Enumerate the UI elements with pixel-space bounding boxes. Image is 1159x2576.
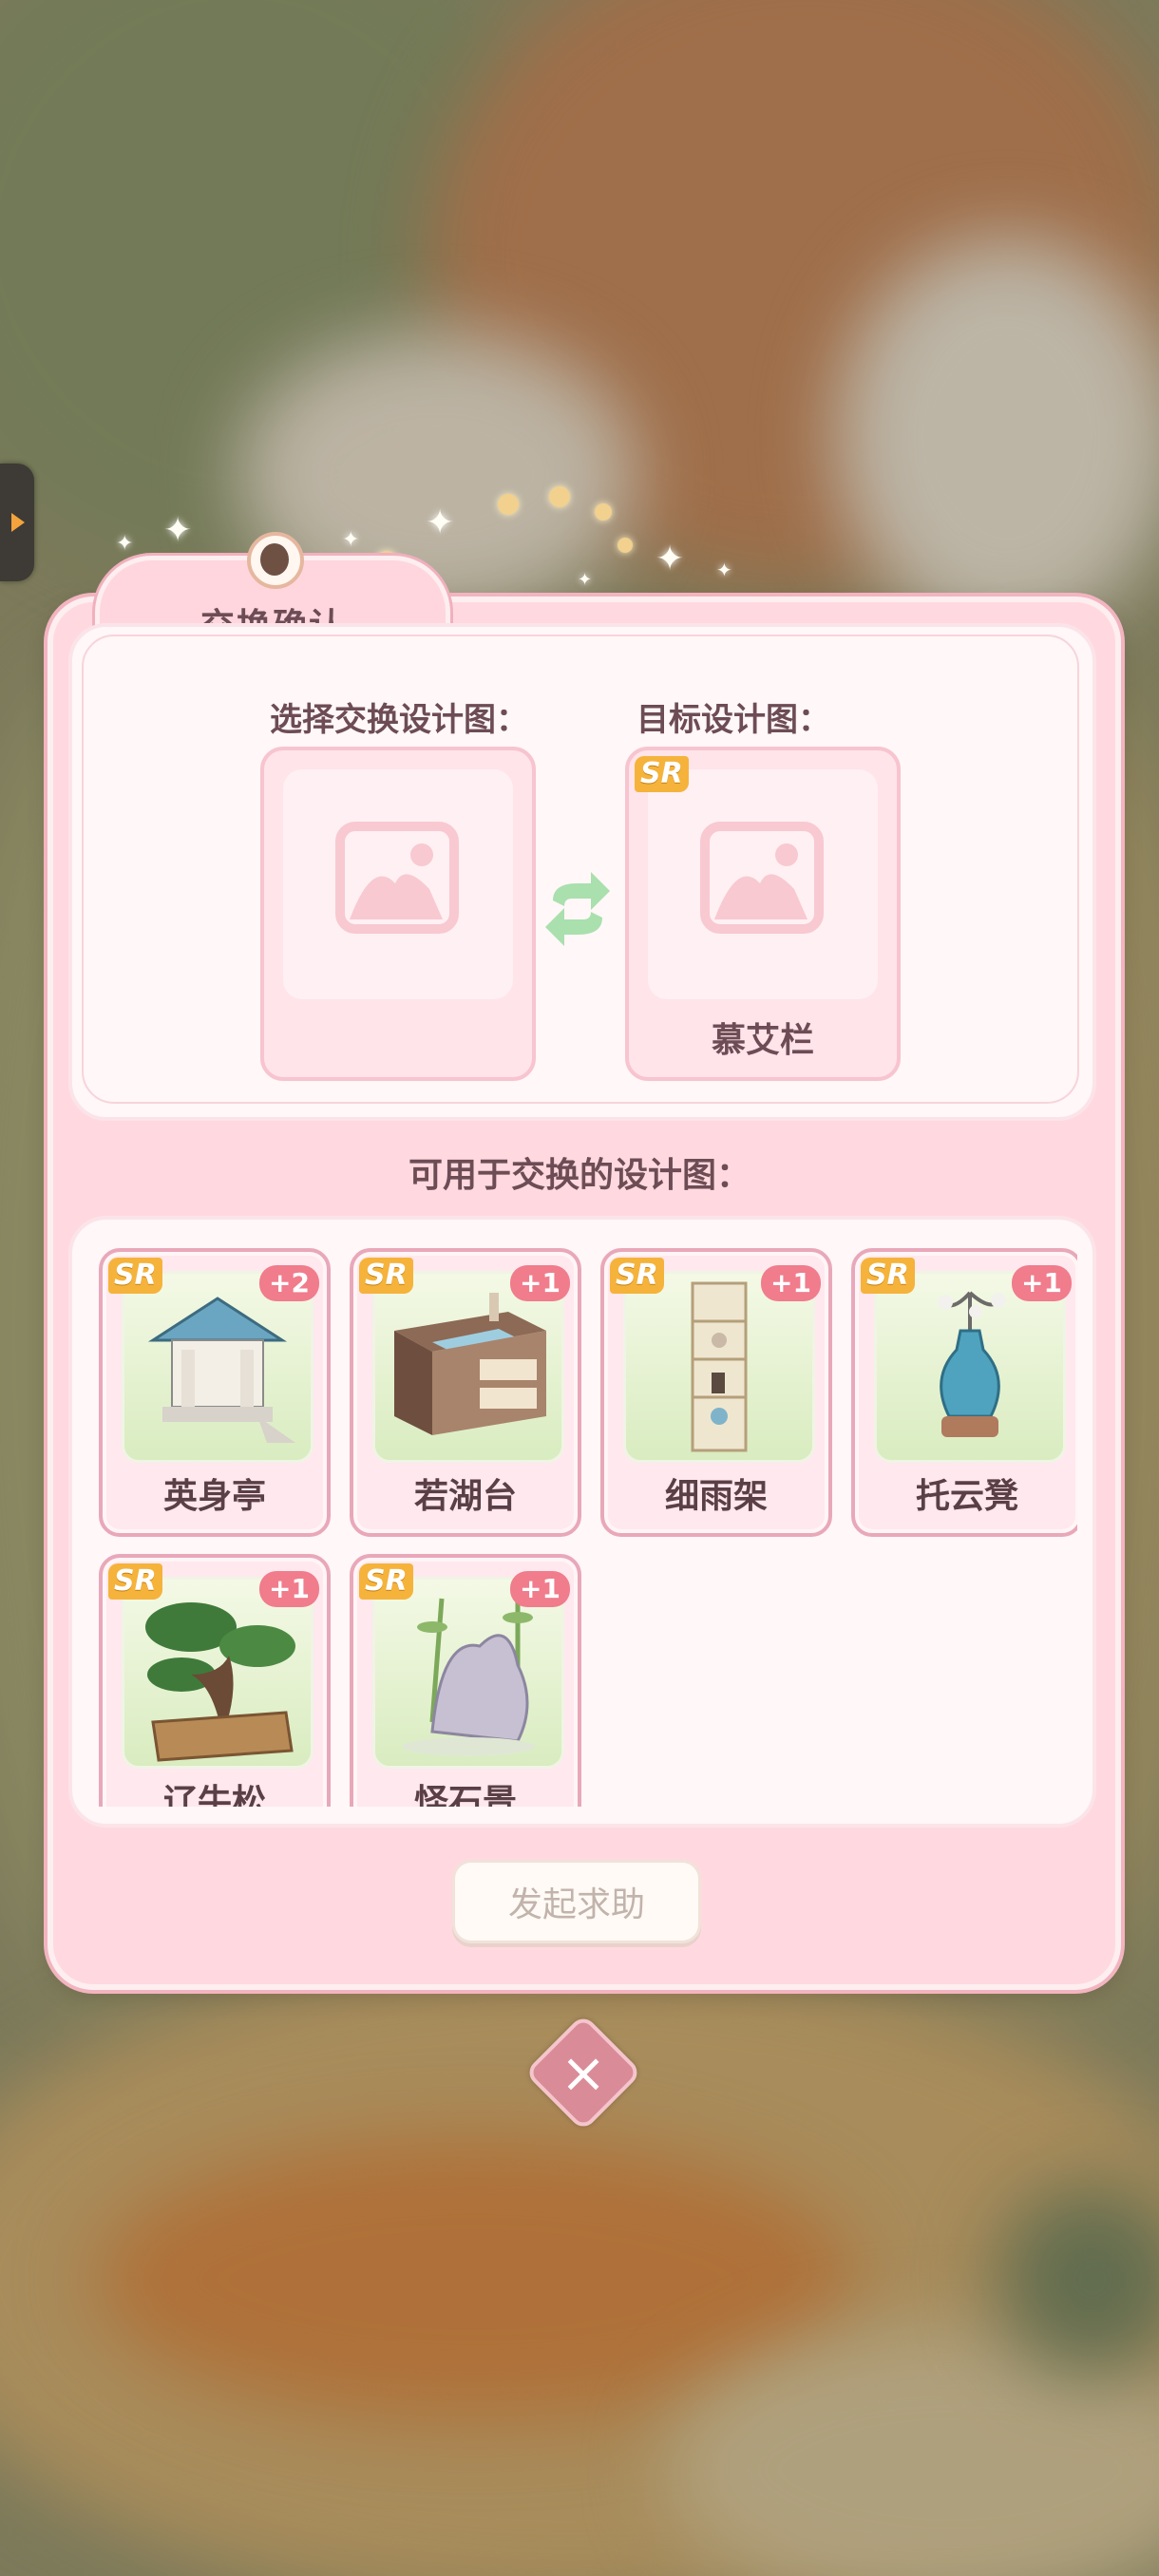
available-label: 可用于交换的设计图： xyxy=(408,1156,750,1195)
sparkle-icon: ✦ xyxy=(578,570,593,590)
blueprint-item[interactable]: SR +1 托云凳 xyxy=(851,1248,1077,1537)
target-blueprint-name: 慕艾栏 xyxy=(711,1021,814,1060)
rarity-badge: SR xyxy=(610,1258,664,1294)
close-icon[interactable]: × xyxy=(542,2031,625,2114)
blueprint-item[interactable]: SR +2 英身亭 xyxy=(99,1248,331,1537)
target-label: 目标设计图： xyxy=(636,701,830,739)
count-badge: +1 xyxy=(761,1265,821,1301)
blueprint-item[interactable]: SR +1 辽牛松 xyxy=(99,1554,331,1807)
blueprint-grid: SR +2 英身亭 SR +1 若湖台 SR +1 细雨架 SR +1 托云凳 … xyxy=(89,1237,1077,1807)
image-placeholder-icon xyxy=(335,822,459,934)
bonsai-icon xyxy=(145,1602,295,1762)
rarity-badge: SR xyxy=(108,1563,162,1600)
count-badge: +1 xyxy=(510,1265,570,1301)
image-placeholder-icon xyxy=(700,822,824,934)
blueprint-name: 英身亭 xyxy=(162,1477,266,1516)
count-badge: +1 xyxy=(259,1571,319,1607)
pavilion-icon xyxy=(147,1297,295,1443)
blueprint-name: 细雨架 xyxy=(664,1477,768,1516)
select-blueprint-slot[interactable] xyxy=(260,747,536,1081)
sparkle-icon: ✦ xyxy=(163,511,193,550)
blueprint-item[interactable]: SR +1 细雨架 xyxy=(600,1248,832,1537)
rarity-badge: SR xyxy=(861,1258,915,1294)
bead-decoration xyxy=(549,486,570,507)
sparkle-icon: ✦ xyxy=(716,559,732,581)
sparkle-icon: ✦ xyxy=(116,532,134,556)
vase-icon xyxy=(938,1291,1006,1437)
bead-decoration xyxy=(618,538,633,553)
count-badge: +1 xyxy=(1012,1265,1072,1301)
blueprint-name: 辽牛松 xyxy=(162,1783,266,1807)
request-help-button[interactable]: 发起求助 xyxy=(452,1860,701,1943)
target-blueprint-slot[interactable]: SR 慕艾栏 xyxy=(625,747,901,1081)
sink-counter-icon xyxy=(394,1293,546,1435)
blueprint-item[interactable]: SR +1 怪石景 xyxy=(350,1554,581,1807)
count-badge: +2 xyxy=(259,1265,319,1301)
rarity-badge: SR xyxy=(108,1258,162,1294)
sparkle-icon: ✦ xyxy=(426,503,455,542)
blueprint-name: 怪石景 xyxy=(413,1783,517,1807)
rarity-badge: SR xyxy=(359,1563,413,1600)
rarity-badge: SR xyxy=(359,1258,413,1294)
count-badge: +1 xyxy=(510,1571,570,1607)
sparkle-icon: ✦ xyxy=(342,528,360,552)
blueprint-name: 托云凳 xyxy=(915,1477,1018,1516)
rock-garden-icon xyxy=(402,1595,535,1756)
bead-decoration xyxy=(595,503,612,521)
sparkle-icon: ✦ xyxy=(656,540,685,578)
swap-arrows-icon xyxy=(545,872,610,946)
blueprint-name: 若湖台 xyxy=(413,1477,517,1516)
rarity-badge: SR xyxy=(635,756,689,792)
shelf-icon xyxy=(691,1281,748,1452)
side-expand-tab[interactable] xyxy=(0,464,34,581)
bead-decoration xyxy=(498,494,519,515)
blueprint-item[interactable]: SR +1 若湖台 xyxy=(350,1248,581,1537)
available-blueprints-list[interactable]: SR +2 英身亭 SR +1 若湖台 SR +1 细雨架 SR +1 托云凳 … xyxy=(68,1216,1096,1828)
avatar xyxy=(247,532,304,589)
select-label: 选择交换设计图： xyxy=(270,701,528,739)
